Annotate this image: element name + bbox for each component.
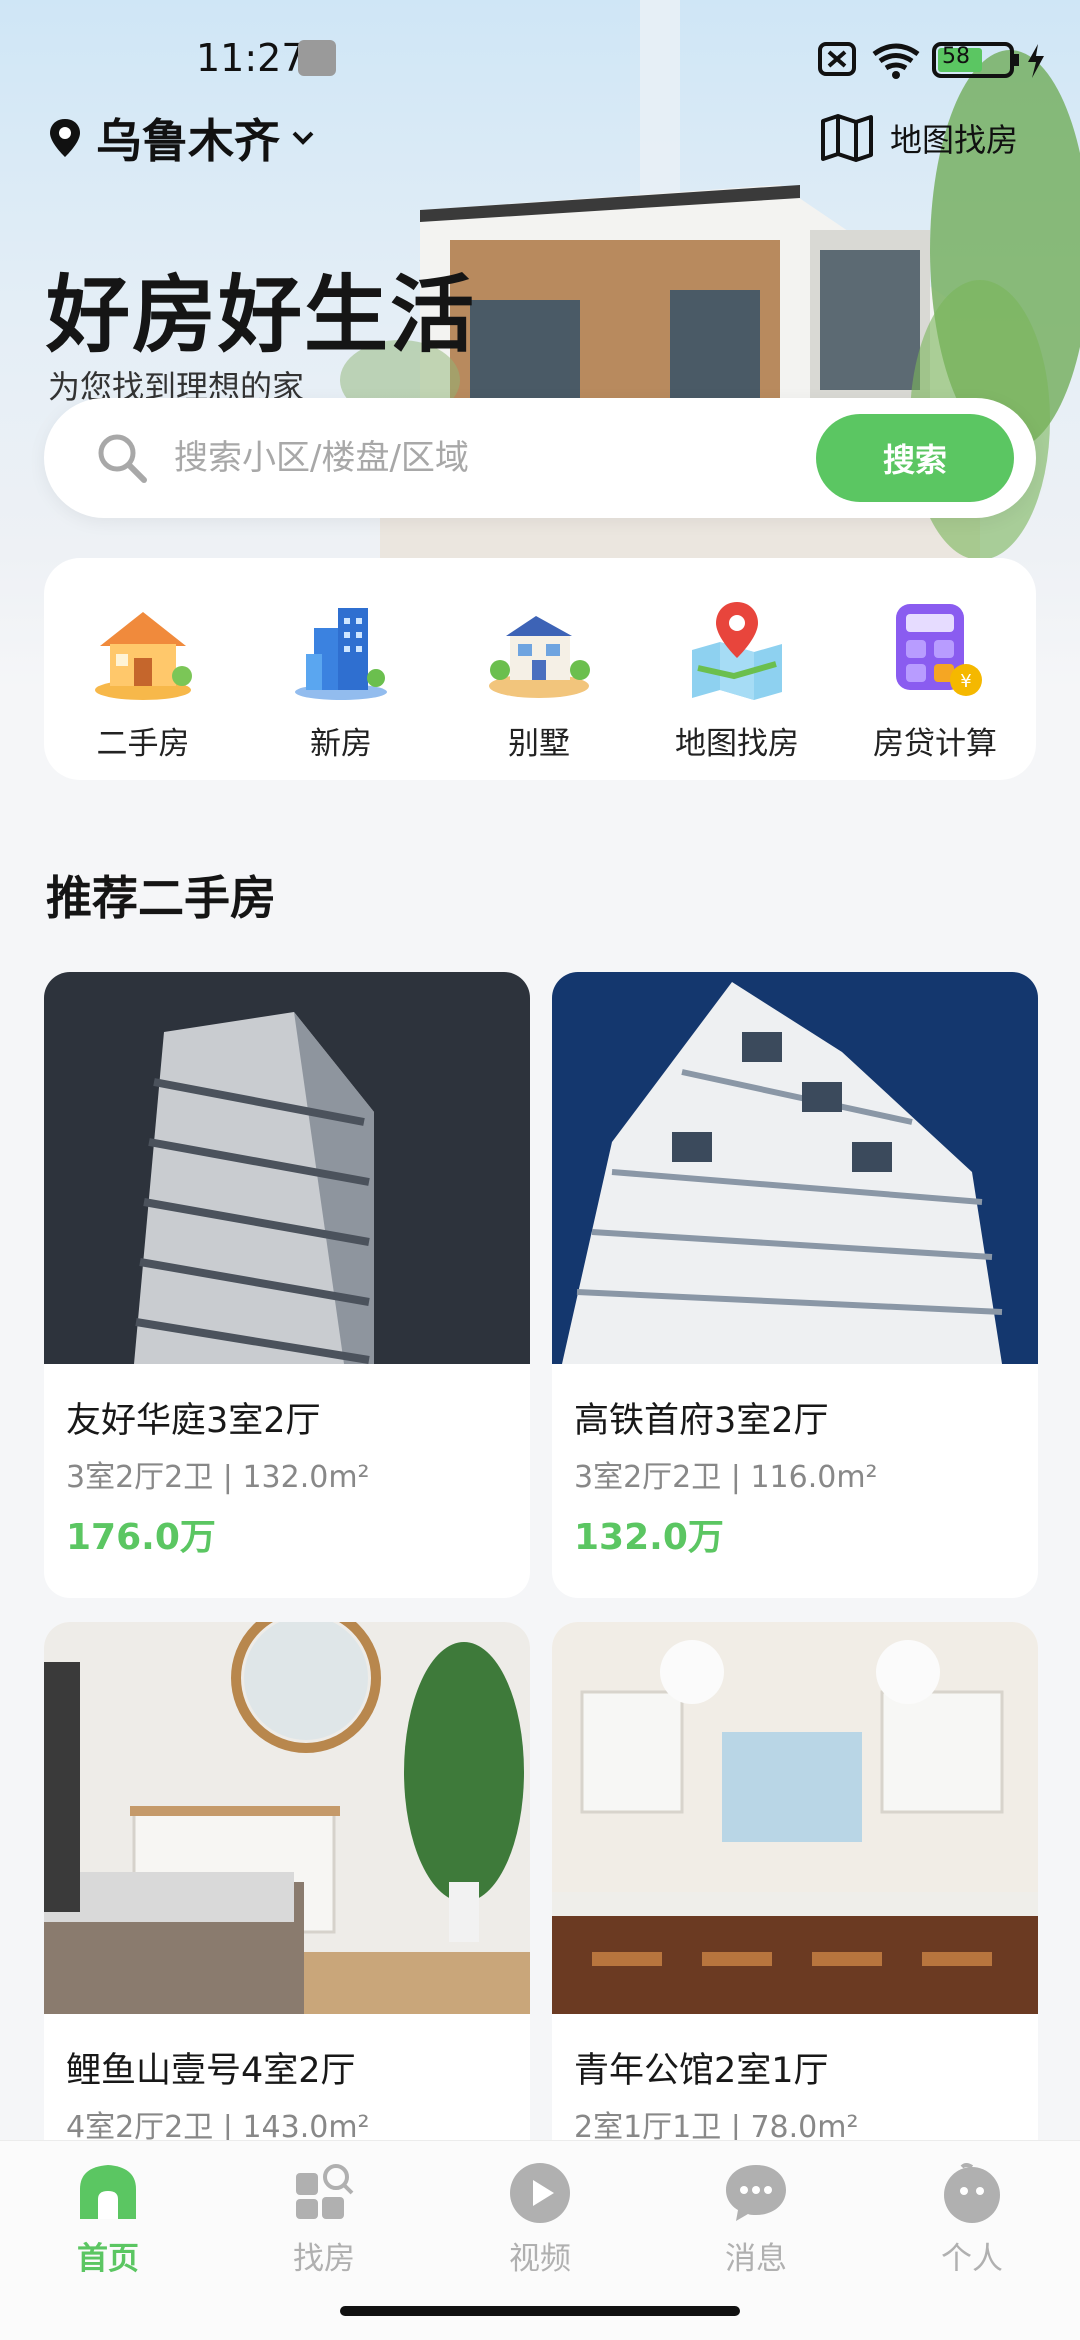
listing-price: 132.0万 — [574, 1517, 724, 1558]
location-pin-icon — [50, 119, 80, 157]
message-icon — [726, 2165, 786, 2221]
status-bar: 11:27 — [0, 0, 1080, 120]
quick-action-label: 别墅 — [508, 726, 570, 762]
home-indicator — [340, 2306, 740, 2316]
city-selector[interactable]: 乌鲁木齐 — [50, 108, 316, 168]
tab-find-house[interactable]: 找房 — [216, 2141, 432, 2281]
listing-specs: 3室2厅2卫 | 116.0m² — [574, 1460, 878, 1495]
tab-label: 个人 — [941, 2241, 1003, 2277]
map-icon — [821, 114, 873, 162]
search-input[interactable] — [174, 428, 834, 488]
tab-label: 消息 — [725, 2241, 787, 2277]
svg-text:¥: ¥ — [960, 671, 971, 692]
search-icon — [98, 434, 147, 483]
listing-name: 青年公馆2室1厅 — [574, 2051, 829, 2091]
tab-label: 找房 — [293, 2241, 355, 2277]
status-time: 11:27 — [196, 36, 306, 80]
quick-action-mortgage[interactable]: ¥ 房贷计算 — [836, 558, 1034, 780]
tab-label: 首页 — [77, 2241, 139, 2277]
wrench-icon — [298, 40, 336, 76]
chevron-down-icon — [292, 131, 314, 145]
tab-video[interactable]: 视频 — [432, 2141, 648, 2281]
hero-title: 好房好生活 — [46, 266, 477, 364]
map-pin-icon — [692, 602, 782, 700]
search-button[interactable]: 搜索 — [816, 414, 1014, 502]
house-icon — [95, 612, 192, 700]
listing-name: 友好华庭3室2厅 — [66, 1401, 321, 1441]
search-bar: 搜索 — [44, 398, 1036, 518]
listing-card[interactable]: 青年公馆2室1厅 2室1厅1卫 | 78.0m² — [552, 1622, 1038, 2182]
status-icons — [818, 42, 1044, 79]
tab-home[interactable]: 首页 — [0, 2141, 216, 2281]
city-name: 乌鲁木齐 — [96, 114, 280, 168]
listing-card[interactable]: 鲤鱼山壹号4室2厅 4室2厅2卫 | 143.0m² — [44, 1622, 530, 2182]
listing-photo — [44, 1622, 530, 2014]
listing-photo — [44, 972, 530, 1364]
listing-name: 高铁首府3室2厅 — [574, 1401, 829, 1441]
quick-action-new-house[interactable]: 新房 — [242, 558, 440, 780]
quick-action-label: 新房 — [310, 726, 372, 762]
wifi-icon — [872, 43, 920, 71]
listing-card[interactable]: 友好华庭3室2厅 3室2厅2卫 | 132.0m² 176.0万 — [44, 972, 530, 1598]
calculator-icon: ¥ — [896, 604, 982, 696]
tab-label: 视频 — [509, 2241, 571, 2277]
quick-action-label: 地图找房 — [675, 726, 799, 762]
quick-actions-panel: 二手房 新房 别墅 地图找房 ¥ 房贷计算 — [44, 558, 1036, 780]
map-search-link[interactable]: 地图找房 — [820, 108, 1018, 168]
listing-card[interactable]: 高铁首府3室2厅 3室2厅2卫 | 116.0m² 132.0万 — [552, 972, 1038, 1598]
video-icon — [510, 2163, 570, 2223]
battery-level: 58 — [942, 44, 970, 69]
listing-price: 176.0万 — [66, 1517, 216, 1558]
tab-messages[interactable]: 消息 — [648, 2141, 864, 2281]
building-icon — [295, 608, 387, 700]
charging-icon — [1028, 44, 1044, 78]
listing-specs: 3室2厅2卫 | 132.0m² — [66, 1460, 370, 1495]
quick-action-label: 二手房 — [96, 726, 190, 762]
tab-profile[interactable]: 个人 — [864, 2141, 1080, 2281]
villa-icon — [489, 616, 590, 698]
quick-action-label: 房贷计算 — [873, 726, 997, 762]
listing-photo — [552, 972, 1038, 1364]
home-icon — [80, 2165, 136, 2219]
listing-photo — [552, 1622, 1038, 2014]
quick-action-map-search[interactable]: 地图找房 — [638, 558, 836, 780]
quick-action-second-hand[interactable]: 二手房 — [44, 558, 242, 780]
quick-action-villa[interactable]: 别墅 — [440, 558, 638, 780]
listing-name: 鲤鱼山壹号4室2厅 — [66, 2051, 356, 2091]
profile-icon — [944, 2163, 1000, 2223]
find-house-icon — [296, 2164, 354, 2219]
section-title-recommend: 推荐二手房 — [46, 871, 276, 925]
map-search-label: 地图找房 — [890, 121, 1019, 159]
